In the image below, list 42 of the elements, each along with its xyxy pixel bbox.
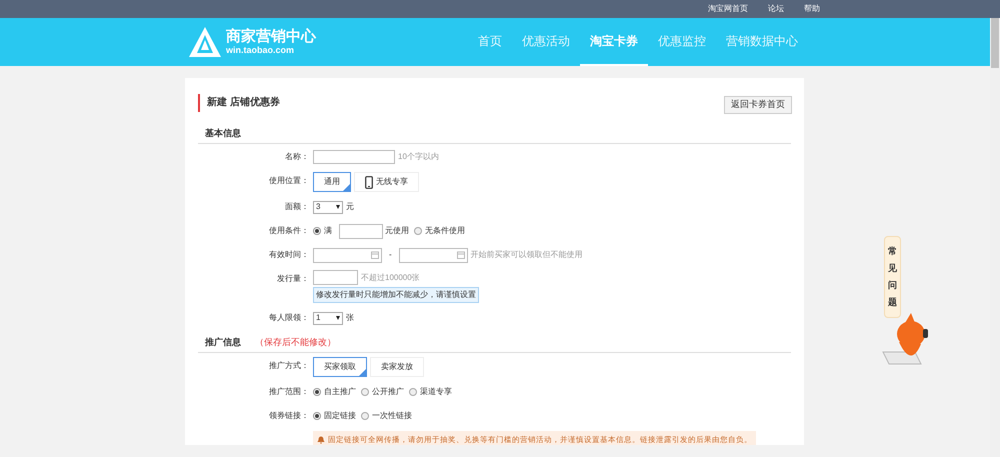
field-label: 名称：: [285, 152, 309, 161]
logo-url: win.taobao.com: [226, 46, 296, 55]
field-label: 推广方式：: [269, 361, 309, 370]
logo-title: 商家营销中心: [226, 29, 316, 44]
faq-tab[interactable]: 常见问题: [884, 236, 901, 318]
section-note: （保存后不能修改）: [255, 336, 336, 349]
option-tile[interactable]: 无线专享: [354, 172, 419, 192]
tip-message: 修改发行量时只能增加不能减少，请谨慎设置: [313, 287, 479, 303]
field-hint: 开始前买家可以领取但不能使用: [470, 249, 583, 261]
field-label: 使用条件：: [269, 226, 309, 235]
unit-label: 元: [346, 201, 354, 213]
option-label: 固定链接: [324, 410, 356, 422]
field-label: 推广范围：: [269, 387, 309, 396]
option-label: 公开推广: [372, 386, 404, 398]
field-label: 面额：: [285, 202, 309, 211]
select-field[interactable]: 1: [313, 312, 343, 324]
field-label: 每人限领：: [269, 313, 309, 322]
option-tile[interactable]: 卖家发放: [370, 357, 424, 377]
field-hint: 不超过100000张: [361, 272, 420, 284]
option-tile[interactable]: 通用: [313, 172, 351, 192]
section-title: 推广信息: [205, 336, 241, 349]
option-label: 自主推广: [324, 386, 356, 398]
top-link[interactable]: 帮助: [804, 3, 820, 15]
field-suffix: 元使用: [385, 225, 409, 237]
option-label: 一次性链接: [372, 410, 412, 422]
top-link[interactable]: 淘宝网首页: [708, 3, 748, 15]
field-label: 有效时间：: [269, 250, 309, 259]
unit-label: 张: [346, 312, 354, 324]
range-separator: -: [389, 249, 392, 261]
select-field[interactable]: 3: [313, 200, 343, 214]
option-tile[interactable]: 买家领取: [313, 357, 367, 377]
field-hint: 10个字以内: [398, 151, 439, 163]
card-title: 新建 店铺优惠券: [198, 94, 280, 112]
field-label: 领券链接：: [269, 411, 309, 420]
back-button[interactable]: 返回卡券首页: [724, 96, 792, 114]
section-title: 基本信息: [205, 126, 241, 140]
field-label: 发行量：: [277, 274, 309, 283]
option-label: 渠道专享: [420, 386, 452, 398]
top-link[interactable]: 论坛: [768, 3, 784, 15]
option-label: 满: [324, 225, 332, 237]
option-label: 无条件使用: [425, 225, 465, 237]
field-label: 使用位置：: [269, 176, 309, 185]
